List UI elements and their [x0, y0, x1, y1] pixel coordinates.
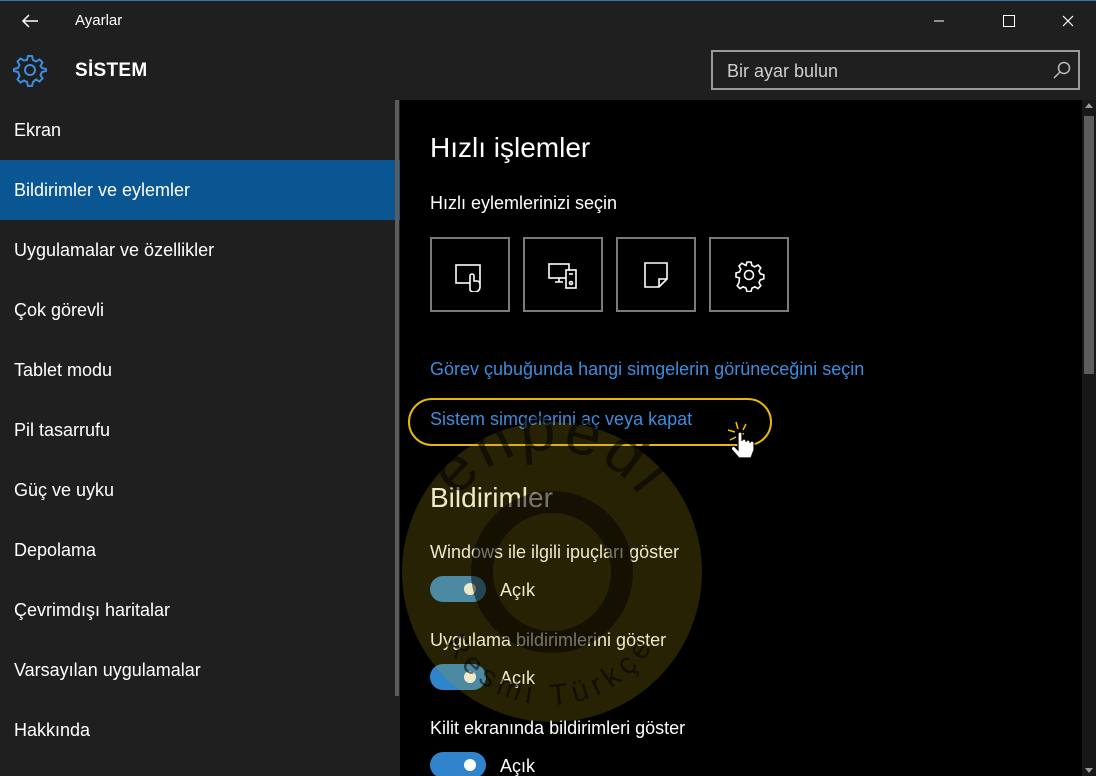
sidebar-item-label: Güç ve uyku: [14, 479, 115, 500]
sidebar-scrollbar[interactable]: [395, 100, 399, 696]
tips-toggle[interactable]: [430, 576, 486, 602]
search-icon[interactable]: [1052, 60, 1072, 80]
app-notifications-toggle-state: Açık: [500, 668, 536, 688]
back-button[interactable]: [14, 7, 46, 35]
sidebar-item-power-sleep[interactable]: Güç ve uyku: [0, 460, 400, 520]
settings-header: SİSTEM: [0, 40, 1096, 100]
quick-action-tablet-mode[interactable]: [430, 237, 510, 312]
app-notifications-label: Uygulama bildirimlerini göster: [430, 630, 667, 650]
quick-action-settings[interactable]: [709, 237, 789, 312]
connect-icon: [548, 262, 577, 289]
sidebar-item-multitasking[interactable]: Çok görevli: [0, 280, 400, 340]
search-input[interactable]: [713, 52, 1049, 90]
sidebar-item-tablet-mode[interactable]: Tablet modu: [0, 340, 400, 400]
app-title: Ayarlar: [75, 12, 123, 29]
close-button[interactable]: [1045, 1, 1091, 41]
toggle-knob: [464, 583, 476, 595]
sidebar-item-battery-saver[interactable]: Pil tasarrufu: [0, 400, 400, 460]
quick-actions-heading: Hızlı işlemler: [430, 132, 591, 163]
quick-action-connect[interactable]: [523, 237, 603, 312]
sidebar-item-label: Uygulamalar ve özellikler: [14, 239, 215, 260]
close-icon: [1062, 15, 1074, 27]
sidebar-item-label: Varsayılan uygulamalar: [14, 659, 201, 680]
toggle-knob: [464, 671, 476, 683]
quick-action-note[interactable]: [616, 237, 696, 312]
lock-screen-notifications-toggle[interactable]: [430, 752, 486, 776]
sidebar-item-label: Çevrimdışı haritalar: [14, 599, 171, 620]
sidebar-item-ekran[interactable]: Ekran: [0, 100, 400, 160]
toggle-knob: [464, 759, 476, 771]
sidebar-item-storage[interactable]: Depolama: [0, 520, 400, 580]
quick-actions-subheading: Hızlı eylemlerinizi seçin: [430, 193, 618, 213]
back-arrow-icon: [21, 14, 38, 28]
sidebar-item-label: Bildirimler ve eylemler: [14, 179, 191, 200]
sidebar-item-about[interactable]: Hakkında: [0, 700, 400, 760]
sidebar-item-label: Tablet modu: [14, 359, 113, 380]
sidebar: Ekran Bildirimler ve eylemler Uygulamala…: [0, 100, 400, 776]
tips-setting-label: Windows ile ilgili ipuçları göster: [430, 542, 680, 562]
sidebar-item-offline-maps[interactable]: Çevrimdışı haritalar: [0, 580, 400, 640]
gear-icon: [13, 55, 47, 87]
hand-cursor-icon: [727, 421, 755, 459]
taskbar-icons-link[interactable]: Görev çubuğunda hangi simgelerin görünec…: [430, 359, 864, 380]
settings-icon: [735, 260, 765, 292]
system-icons-link[interactable]: Sistem simgelerini aç veya kapat: [430, 409, 692, 430]
lock-screen-notifications-toggle-state: Açık: [500, 756, 536, 776]
sidebar-item-label: Çok görevli: [14, 299, 105, 320]
minimize-button[interactable]: [916, 1, 962, 41]
notifications-heading: Bildirimler: [430, 482, 553, 513]
sidebar-item-label: Ekran: [14, 119, 62, 140]
note-icon: [644, 261, 668, 288]
app-notifications-toggle[interactable]: [430, 664, 486, 690]
tips-toggle-state: Açık: [500, 580, 536, 600]
minimize-icon: [934, 20, 944, 22]
sidebar-item-label: Depolama: [14, 539, 97, 560]
maximize-button[interactable]: [986, 1, 1032, 41]
sidebar-item-label: Hakkında: [14, 719, 91, 740]
maximize-icon: [1003, 15, 1015, 27]
scroll-thumb[interactable]: [1084, 116, 1094, 374]
sidebar-item-apps[interactable]: Uygulamalar ve özellikler: [0, 220, 400, 280]
title-bar: Ayarlar: [0, 0, 1096, 40]
sidebar-item-default-apps[interactable]: Varsayılan uygulamalar: [0, 640, 400, 700]
scroll-down-icon[interactable]: [1085, 768, 1093, 773]
tablet-mode-icon: [455, 263, 481, 292]
sidebar-item-label: Pil tasarrufu: [14, 419, 111, 440]
section-title: SİSTEM: [75, 60, 148, 81]
scroll-up-icon[interactable]: [1085, 103, 1093, 108]
lock-screen-notifications-label: Kilit ekranında bildirimleri göster: [430, 718, 686, 738]
sidebar-item-notifications[interactable]: Bildirimler ve eylemler: [0, 160, 400, 220]
search-box[interactable]: [711, 50, 1080, 90]
content-scrollbar[interactable]: [1082, 100, 1096, 776]
